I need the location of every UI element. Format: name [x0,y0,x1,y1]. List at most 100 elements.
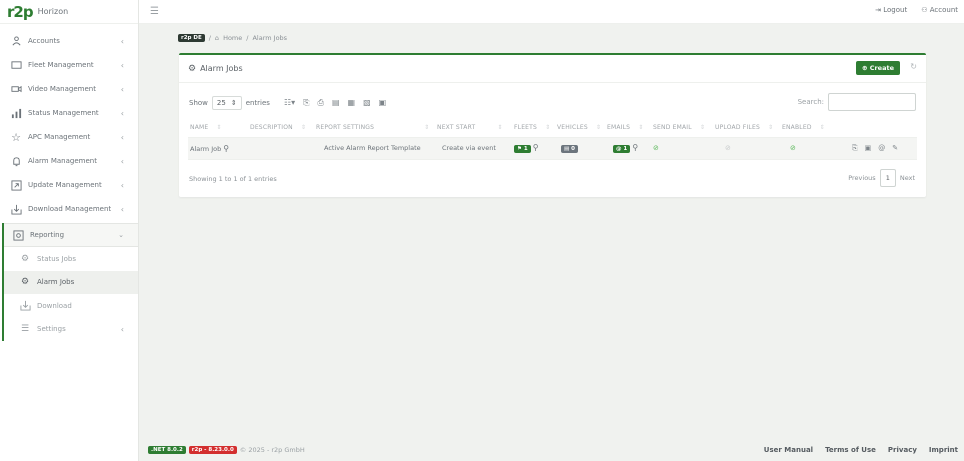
settings-icon: ☰ [20,324,30,335]
sort-icon: ⇕ [545,124,551,132]
col-report-settings[interactable]: REPORT SETTINGS ⇕ [314,119,435,138]
sidebar-item-status[interactable]: Status Management ‹ [0,101,138,125]
sidebar-item-accounts[interactable]: Accounts ‹ [0,29,138,53]
sidebar-subitem-status-jobs[interactable]: ⚙ Status Jobs [4,247,138,271]
card-title: Alarm Jobs [200,64,243,73]
account-label: Account [929,6,958,14]
download-icon [19,300,31,312]
emails-badge[interactable]: @ 1 [613,145,631,153]
search-icon[interactable]: ⚲ [533,143,539,152]
bell-icon [10,155,22,167]
user-manual-link[interactable]: User Manual [764,446,813,454]
sidebar-item-apc[interactable]: ☆ APC Management ‹ [0,125,138,149]
imprint-link[interactable]: Imprint [929,446,958,454]
csv-icon[interactable]: ▤ [332,98,340,108]
privacy-link[interactable]: Privacy [888,446,917,454]
sidebar-nav: Accounts ‹ Fleet Management ‹ Video Mana… [0,29,138,221]
alarm-jobs-table: NAME ⇕ DESCRIPTION ⇕ REPORT SETTINGS ⇕ NEXT… [188,119,917,160]
copy-icon[interactable]: ⎘ [852,144,858,153]
table-row[interactable]: Alarm Job ⚲ Active Alarm Report Template… [188,137,917,160]
create-label: Create [869,64,894,72]
breadcrumb-separator: / [246,34,249,42]
col-fleets[interactable]: FLEETS ⇕ [512,119,555,138]
col-label: ENABLED [782,124,812,132]
col-next-start[interactable]: NEXT START ⇕ [435,119,512,138]
copy-icon[interactable]: ⎘ [303,98,309,108]
terms-link[interactable]: Terms of Use [825,446,876,454]
sort-icon: ⇕ [767,124,774,132]
export-icon[interactable]: ▣ [865,144,872,153]
col-upload-files[interactable]: UPLOAD FILES ⇕ [713,119,780,138]
page-size-value: 25 [216,99,226,107]
search-icon[interactable]: ⚲ [223,144,229,153]
sidebar-item-download-mgmt[interactable]: Download Management ‹ [0,197,138,221]
previous-button[interactable]: Previous [848,174,875,182]
search-icon[interactable]: ⚲ [632,143,638,152]
logout-button[interactable]: ⇥ Logout [875,6,907,14]
col-description[interactable]: DESCRIPTION ⇕ [248,119,314,138]
r2p-logo: r2p [7,2,34,21]
col-label: NEXT START [437,124,476,132]
refresh-icon[interactable]: ↻ [910,62,917,71]
col-send-email[interactable]: SEND EMAIL ⇕ [651,119,713,138]
row-actions: ⎘ ▣ @ ✎ [852,144,898,153]
col-enabled[interactable]: ENABLED ⇕ [780,119,838,138]
emails-count: 1 [623,146,628,152]
col-label: EMAILS [607,124,631,132]
sort-icon: ⇕ [595,124,602,132]
column-visibility-icon[interactable]: ☷▾ [284,98,295,108]
search-label: Search: [797,98,824,106]
card-header: ⚙ Alarm Jobs [179,55,926,83]
sidebar-subitem-settings[interactable]: ☰ Settings ‹ [4,318,138,342]
edit-icon[interactable]: ✎ [892,144,898,153]
sidebar: r2p Horizon Accounts ‹ Fleet Management … [0,0,139,461]
col-label: VEHICLES [557,124,588,132]
sidebar-item-update[interactable]: Update Management ‹ [0,173,138,197]
sidebar-item-alarm[interactable]: Alarm Management ‹ [0,149,138,173]
page-1-button[interactable]: 1 [879,169,896,187]
sidebar-item-video[interactable]: Video Management ‹ [0,77,138,101]
page-size-select[interactable]: 25 ⇕ [211,96,242,110]
topbar: ☰ ⇥ Logout ⚇ Account [139,0,964,24]
print-icon[interactable]: ⎙ [318,98,324,108]
sidebar-subitem-alarm-jobs[interactable]: ⚙ Alarm Jobs [4,270,138,294]
col-emails[interactable]: EMAILS ⇕ [605,119,651,138]
sort-icon: ⇕ [819,124,825,132]
cell-actions: ⎘ ▣ @ ✎ [838,137,917,160]
excel-icon[interactable]: ▦ [348,98,356,108]
hamburger-icon[interactable]: ☰ [150,6,159,17]
sort-icon: ⇕ [216,124,222,132]
export-icon[interactable]: ▣ [379,98,387,108]
account-button[interactable]: ⚇ Account [921,6,958,14]
report-settings-value: Active Alarm Report Template [324,144,421,152]
chevron-left-icon: ‹ [120,180,124,190]
top-actions: ⇥ Logout ⚇ Account [875,6,958,14]
col-label: NAME [190,124,209,132]
search-input[interactable] [828,93,916,111]
tenant-badge[interactable]: r2p DE [178,34,205,42]
brand[interactable]: r2p Horizon [0,0,138,24]
sidebar-item-reporting[interactable]: Reporting ⌄ [4,223,138,247]
fleets-badge[interactable]: ⚑ 1 [514,145,531,153]
create-button[interactable]: ⊕ Create [855,61,900,75]
col-label: REPORT SETTINGS [316,124,375,132]
next-start-value: Create via event [442,144,496,152]
sidebar-item-fleet[interactable]: Fleet Management ‹ [0,53,138,77]
chevron-left-icon: ‹ [120,84,124,94]
vehicles-badge[interactable]: ▤ 0 [561,144,578,153]
pdf-icon[interactable]: ▧ [363,98,371,108]
star-icon: ☆ [11,130,21,144]
check-circle-icon: ⊘ [653,144,659,152]
next-button[interactable]: Next [900,174,915,182]
breadcrumb-home[interactable]: Home [223,34,242,42]
sidebar-subitem-download[interactable]: Download [4,294,138,318]
col-vehicles[interactable]: VEHICLES ⇕ [555,119,605,138]
email-icon[interactable]: @ [878,144,885,153]
cell-description [248,137,314,160]
alarm-jobs-card: ⚙ Alarm Jobs ⊕ Create ↻ Show 25 ⇕ entries… [179,53,926,197]
update-icon [10,179,22,191]
status-icon [10,107,22,119]
col-name[interactable]: NAME ⇕ [188,119,248,138]
col-label: DESCRIPTION [250,124,293,132]
sidebar-subitem-label: Status Jobs [37,254,76,263]
